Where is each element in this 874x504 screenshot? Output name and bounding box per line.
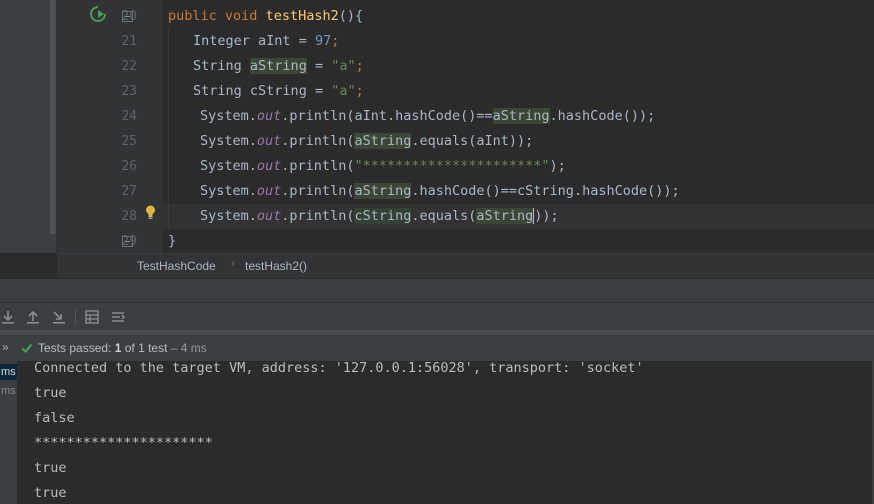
expand-chevron-icon[interactable]: » bbox=[2, 340, 9, 354]
console-line: Connected to the target VM, address: '12… bbox=[34, 361, 644, 376]
lightbulb-icon[interactable] bbox=[145, 205, 156, 220]
test-status-bar: » Tests passed: 1 of 1 test – 4 ms bbox=[0, 335, 874, 361]
line-number: 22 bbox=[121, 59, 137, 74]
fold-icon[interactable] bbox=[122, 236, 133, 247]
console-line: true bbox=[34, 460, 67, 476]
console-line: true bbox=[34, 385, 67, 401]
code-line-25[interactable]: System.out.println(aString.equals(aInt))… bbox=[200, 129, 533, 154]
text-caret: aString bbox=[476, 208, 535, 224]
line-number: 27 bbox=[121, 184, 137, 199]
code-line-20[interactable]: public void testHash2(){ bbox=[168, 4, 363, 29]
fold-icon[interactable] bbox=[122, 11, 133, 22]
code-line-21[interactable]: Integer aInt = 97; bbox=[193, 29, 339, 54]
run-test-icon[interactable] bbox=[89, 5, 107, 23]
console-line: false bbox=[34, 410, 75, 426]
code-line-22[interactable]: String aString = "a"; bbox=[193, 54, 364, 79]
run-panel-header bbox=[0, 278, 874, 302]
breadcrumb: TestHashCode › testHash2() bbox=[57, 253, 874, 278]
import-icon[interactable] bbox=[51, 309, 67, 325]
sort-down-icon[interactable] bbox=[0, 309, 16, 325]
collapse-icon[interactable] bbox=[110, 309, 126, 325]
breadcrumb-method[interactable]: testHash2() bbox=[245, 259, 307, 273]
code-line-27[interactable]: System.out.println(aString.hashCode()==c… bbox=[200, 179, 680, 204]
editor-gutter[interactable]: 20 21 22 23 24 25 26 27 28 29 bbox=[57, 0, 163, 253]
line-number: 25 bbox=[121, 134, 137, 149]
code-line-29[interactable]: } bbox=[168, 229, 176, 253]
test-tree-item[interactable]: ms bbox=[0, 385, 16, 397]
code-line-28[interactable]: System.out.println(cString.equals(aStrin… bbox=[200, 204, 559, 229]
check-icon bbox=[21, 343, 33, 354]
line-number: 26 bbox=[121, 159, 137, 174]
console-line: true bbox=[34, 485, 67, 501]
run-toolbar bbox=[0, 302, 874, 330]
layout-icon[interactable] bbox=[84, 309, 100, 325]
project-sidebar-strip bbox=[0, 0, 57, 253]
line-number: 28 bbox=[121, 209, 137, 224]
code-line-26[interactable]: System.out.println("********************… bbox=[200, 154, 566, 179]
line-number: 24 bbox=[121, 109, 137, 124]
console-line: ********************** bbox=[34, 435, 213, 451]
code-line-23[interactable]: String cString = "a"; bbox=[193, 79, 364, 104]
breadcrumb-separator: › bbox=[231, 258, 235, 270]
test-status-text: Tests passed: 1 of 1 test – 4 ms bbox=[38, 341, 207, 355]
code-area[interactable]: public void testHash2(){ Integer aInt = … bbox=[163, 0, 874, 253]
console-output[interactable]: Connected to the target VM, address: '12… bbox=[17, 361, 874, 504]
export-icon[interactable] bbox=[25, 309, 41, 325]
line-number: 21 bbox=[121, 34, 137, 49]
test-tree[interactable]: ms ms bbox=[0, 361, 17, 504]
test-tree-item[interactable]: ms bbox=[0, 364, 17, 380]
line-number: 23 bbox=[121, 84, 137, 99]
code-line-24[interactable]: System.out.println(aInt.hashCode()==aStr… bbox=[200, 104, 655, 129]
breadcrumb-class[interactable]: TestHashCode bbox=[137, 259, 216, 273]
code-editor[interactable]: 20 21 22 23 24 25 26 27 28 29 public voi… bbox=[0, 0, 874, 253]
